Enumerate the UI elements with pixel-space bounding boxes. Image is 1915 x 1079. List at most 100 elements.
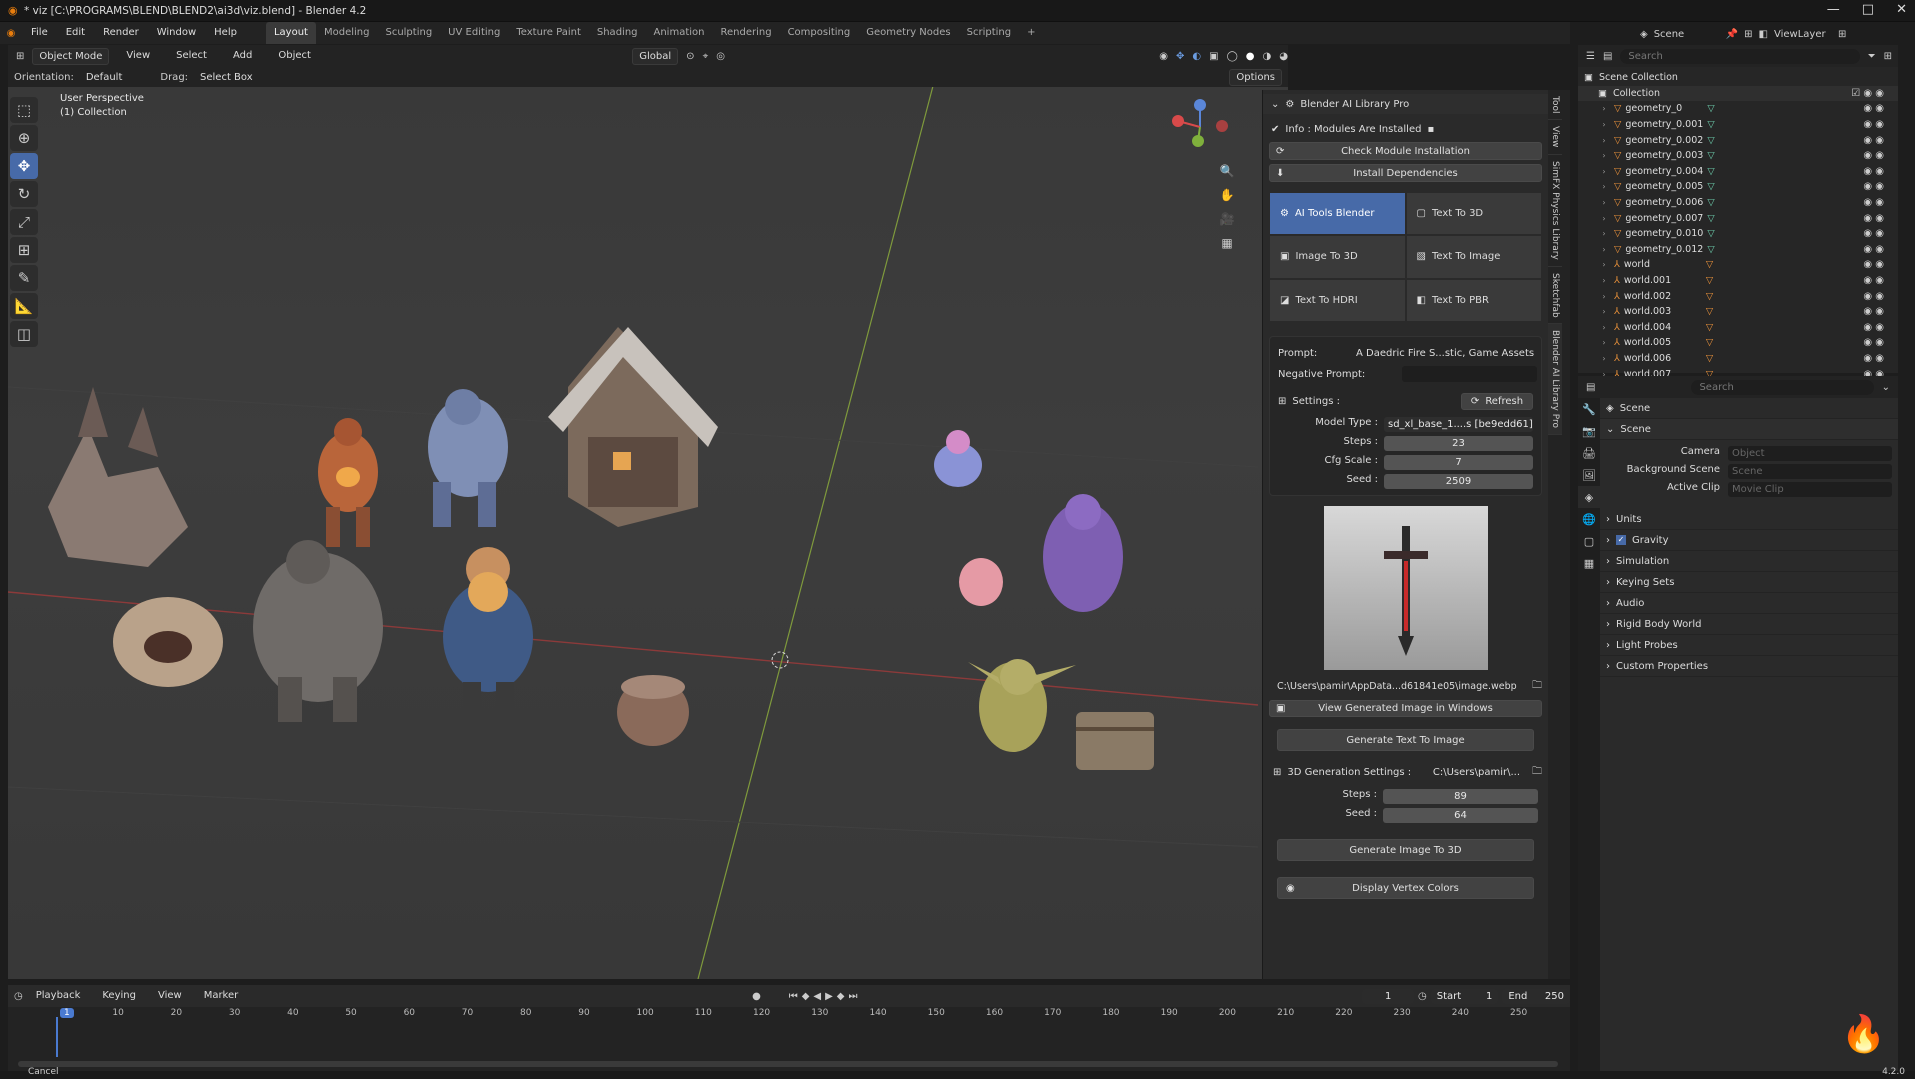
model-type-dropdown[interactable]: sd_xl_base_1....s [be9edd61]	[1384, 417, 1533, 432]
pan-hand-icon[interactable]: ✋	[1216, 184, 1238, 206]
expand-chevron-icon[interactable]: ›	[1598, 120, 1610, 129]
outliner-item[interactable]: › ⅄ world ▽ ◉ ◉	[1578, 257, 1898, 273]
timeline-scrollbar[interactable]	[18, 1061, 1558, 1067]
visibility-eye-icon[interactable]: ◉ ◉	[1863, 259, 1884, 270]
addon-panel-header[interactable]: ⌄ ⚙ Blender AI Library Pro	[1263, 94, 1548, 114]
orientation-dropdown[interactable]: Default	[80, 70, 129, 85]
next-key-icon[interactable]: ◆	[837, 991, 845, 1002]
collection-props-icon[interactable]: ▢	[1578, 530, 1600, 552]
text-to-3d-tab[interactable]: ▢ Text To 3D	[1405, 192, 1542, 236]
visibility-eye-icon[interactable]: ◉ ◉	[1863, 337, 1884, 348]
tab-modeling[interactable]: Modeling	[316, 22, 378, 44]
expand-chevron-icon[interactable]: ›	[1598, 136, 1610, 145]
negative-prompt-field[interactable]	[1402, 366, 1537, 382]
steps-field[interactable]: 23	[1384, 436, 1533, 451]
tab-uv-editing[interactable]: UV Editing	[440, 22, 508, 44]
shading-solid-icon[interactable]: ●	[1246, 51, 1255, 62]
expand-chevron-icon[interactable]: ›	[1598, 104, 1610, 113]
visibility-eye-icon[interactable]: ◉ ◉	[1863, 119, 1884, 130]
jump-end-icon[interactable]: ⏭	[849, 991, 858, 1002]
scene-collection-row[interactable]: ▣ Scene Collection	[1578, 70, 1898, 86]
tab-sketchfab[interactable]: Sketchfab	[1548, 267, 1562, 325]
tab-sculpting[interactable]: Sculpting	[377, 22, 440, 44]
maximize-button[interactable]: □	[1862, 2, 1874, 17]
output-props-icon[interactable]: 🖨	[1578, 442, 1600, 464]
viewlayer-name[interactable]: ViewLayer	[1774, 29, 1832, 40]
visibility-eye-icon[interactable]: ◉ ◉	[1863, 306, 1884, 317]
light-probes-panel[interactable]: › Light Probes	[1600, 635, 1898, 656]
expand-chevron-icon[interactable]: ›	[1598, 307, 1610, 316]
visibility-eye-icon[interactable]: ◉ ◉	[1863, 244, 1884, 255]
mode-dropdown[interactable]: Object Mode	[32, 47, 110, 65]
measure-icon[interactable]: 📐	[10, 293, 38, 319]
scene-name[interactable]: Scene	[1654, 29, 1720, 40]
visibility-eye-icon[interactable]: ◉ ◉	[1863, 135, 1884, 146]
annotate-icon[interactable]: ✎	[10, 265, 38, 291]
menu-file[interactable]: File	[22, 22, 57, 44]
collection-row[interactable]: ▣ Collection ☑ ◉ ◉	[1578, 85, 1898, 102]
tab-rendering[interactable]: Rendering	[712, 22, 779, 44]
outliner-item[interactable]: › ⅄ world.004 ▽ ◉ ◉	[1578, 320, 1898, 336]
expand-chevron-icon[interactable]: ›	[1598, 167, 1610, 176]
menu-render[interactable]: Render	[94, 22, 148, 44]
add-workspace-button[interactable]: +	[1019, 22, 1043, 44]
transform-orientation-dropdown[interactable]: Global	[632, 47, 679, 65]
end-frame-field[interactable]: End 250	[1502, 988, 1570, 1004]
outliner-item[interactable]: › ▽ geometry_0.012 ▽ ◉ ◉	[1578, 242, 1898, 258]
text-to-hdri-tab[interactable]: ◪ Text To HDRI	[1269, 278, 1406, 322]
image-to-3d-tab[interactable]: ▣ Image To 3D	[1269, 235, 1406, 279]
camera-icon[interactable]: 🎥	[1216, 208, 1238, 230]
view-layer-props-icon[interactable]: 🖼	[1578, 464, 1600, 486]
select-box-icon[interactable]: ⬚	[10, 97, 38, 123]
visibility-eye-icon[interactable]: ◉ ◉	[1863, 322, 1884, 333]
menu-object[interactable]: Object	[269, 45, 320, 67]
prompt-field[interactable]: A Daedric Fire S...stic, Game Assets	[1356, 348, 1537, 359]
rigid-body-world-panel[interactable]: › Rigid Body World	[1600, 614, 1898, 635]
expand-chevron-icon[interactable]: ›	[1598, 323, 1610, 332]
camera-field[interactable]: Object	[1728, 446, 1892, 461]
folder-icon[interactable]: 🗀	[1532, 678, 1542, 695]
text-to-pbr-tab[interactable]: ◧ Text To PBR	[1405, 278, 1542, 322]
visibility-eye-icon[interactable]: ◉ ◉	[1863, 197, 1884, 208]
drag-dropdown[interactable]: Select Box	[194, 70, 259, 85]
outliner-item[interactable]: › ▽ geometry_0 ▽ ◉ ◉	[1578, 101, 1898, 117]
add-cube-icon[interactable]: ◫	[10, 321, 38, 347]
rotate-icon[interactable]: ↻	[10, 181, 38, 207]
outliner-item[interactable]: › ⅄ world.006 ▽ ◉ ◉	[1578, 351, 1898, 367]
scene-props-icon[interactable]: ◈	[1578, 486, 1600, 508]
properties-search[interactable]: Search	[1691, 379, 1874, 395]
visibility-eye-icon[interactable]: ◉ ◉	[1863, 150, 1884, 161]
gizmo-toggle-icon[interactable]: ✥	[1176, 51, 1184, 62]
expand-chevron-icon[interactable]: ›	[1598, 198, 1610, 207]
expand-chevron-icon[interactable]: ›	[1598, 292, 1610, 301]
jump-start-icon[interactable]: ⏮	[789, 991, 798, 1002]
gravity-panel[interactable]: › ✓ Gravity	[1600, 530, 1898, 551]
start-frame-field[interactable]: Start 1	[1430, 988, 1499, 1004]
scale-icon[interactable]: ⤢	[10, 209, 38, 235]
expand-chevron-icon[interactable]: ›	[1598, 229, 1610, 238]
tab-compositing[interactable]: Compositing	[780, 22, 859, 44]
navigation-gizmo[interactable]	[1170, 97, 1230, 157]
grid-view-icon[interactable]: ▦	[1216, 232, 1238, 254]
properties-editor-icon[interactable]: ▤	[1586, 382, 1595, 393]
expand-chevron-icon[interactable]: ›	[1598, 260, 1610, 269]
refresh-button[interactable]: ⟳ Refresh	[1461, 392, 1533, 410]
tab-animation[interactable]: Animation	[646, 22, 713, 44]
outliner-editor-icon[interactable]: ☰	[1586, 51, 1595, 62]
current-frame-field[interactable]: 1	[1362, 988, 1414, 1004]
keying-sets-panel[interactable]: › Keying Sets	[1600, 572, 1898, 593]
expand-chevron-icon[interactable]: ›	[1598, 151, 1610, 160]
seed-field[interactable]: 2509	[1384, 474, 1533, 489]
snap-icon[interactable]: ⌖	[703, 51, 709, 62]
check-module-button[interactable]: ⟳ Check Module Installation	[1269, 142, 1542, 160]
outliner-item[interactable]: › ▽ geometry_0.005 ▽ ◉ ◉	[1578, 179, 1898, 195]
expand-chevron-icon[interactable]: ›	[1598, 276, 1610, 285]
seed-3d-field[interactable]: 64	[1383, 808, 1538, 823]
menu-keying[interactable]: Keying	[93, 985, 145, 1007]
menu-add[interactable]: Add	[224, 45, 261, 67]
steps-3d-field[interactable]: 89	[1383, 789, 1538, 804]
expand-chevron-icon[interactable]: ›	[1598, 214, 1610, 223]
tab-geometry-nodes[interactable]: Geometry Nodes	[858, 22, 958, 44]
zoom-icon[interactable]: 🔍	[1216, 160, 1238, 182]
units-panel[interactable]: › Units	[1600, 509, 1898, 530]
